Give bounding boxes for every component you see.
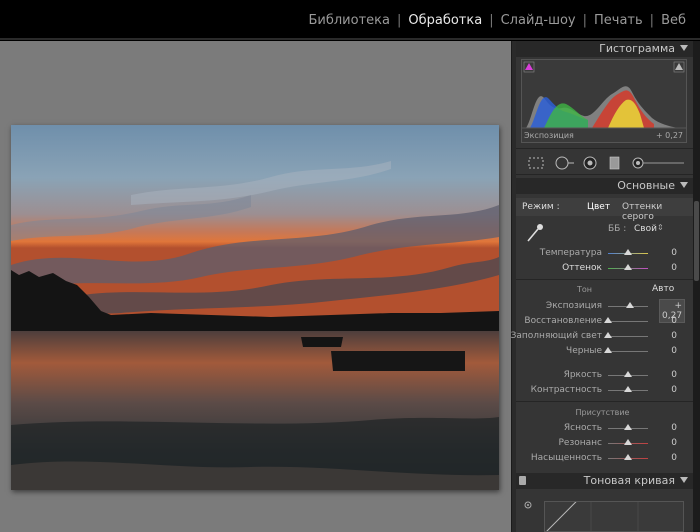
red-eye-icon[interactable] [582, 156, 598, 170]
image-canvas[interactable] [0, 41, 511, 532]
recovery-slider-knob[interactable] [604, 317, 612, 323]
blacks-value[interactable]: 0 [655, 346, 677, 356]
tint-label: Оттенок [562, 263, 602, 273]
adjustment-brush-icon[interactable] [630, 156, 686, 170]
auto-tone-button[interactable]: Авто [652, 284, 674, 294]
vibrance-value[interactable]: 0 [655, 438, 677, 448]
collapse-triangle-icon[interactable] [680, 45, 688, 51]
basic-panel-header[interactable]: Основные [516, 178, 693, 194]
tint-slider-knob[interactable] [624, 264, 632, 270]
histogram-readout-label: Экспозиция [524, 131, 574, 140]
brightness-label: Яркость [563, 370, 602, 380]
collapse-triangle-icon[interactable] [680, 477, 688, 483]
clarity-label: Ясность [563, 423, 602, 433]
tone-curve-line [546, 502, 639, 531]
right-panel: Гистограмма Экспозиция + 0,27 Основные Р… [511, 41, 693, 532]
basic-panel-title: Основные [617, 179, 675, 192]
recovery-label: Восстановление [524, 316, 602, 326]
panel-toggle-switch-icon[interactable] [519, 476, 526, 485]
blacks-label: Черные [566, 346, 602, 356]
treatment-color-button[interactable]: Цвет [587, 202, 610, 212]
saturation-label: Насыщенность [530, 453, 602, 463]
histogram-graph [522, 60, 686, 142]
brightness-value[interactable]: 0 [655, 370, 677, 380]
graduated-filter-icon[interactable] [608, 156, 622, 170]
saturation-value[interactable]: 0 [655, 453, 677, 463]
contrast-value[interactable]: 0 [655, 385, 677, 395]
histogram-title: Гистограмма [599, 42, 675, 55]
panel-scrollbar-thumb[interactable] [694, 201, 699, 281]
tone-curve-header[interactable]: Тоновая кривая [516, 473, 693, 489]
module-picker: Библиотека | Обработка | Слайд-шоу | Печ… [306, 13, 688, 28]
tone-group-title: Тон [576, 285, 592, 294]
presence-group-title: Присутствие [575, 408, 630, 417]
eyedropper-icon[interactable] [524, 221, 546, 245]
wb-preset-dropdown[interactable]: Свой [634, 224, 657, 234]
vibrance-slider-knob[interactable] [624, 439, 632, 445]
brightness-slider-knob[interactable] [624, 371, 632, 377]
fill-light-slider-knob[interactable] [604, 332, 612, 338]
tint-value[interactable]: 0 [655, 263, 677, 273]
temperature-slider-knob[interactable] [624, 249, 632, 255]
exposure-slider-knob[interactable] [626, 302, 634, 308]
module-web[interactable]: Веб [659, 13, 688, 28]
vibrance-label: Резонанс [558, 438, 603, 448]
dropdown-arrows-icon[interactable]: ⇕ [657, 223, 664, 232]
blacks-slider-knob[interactable] [604, 347, 612, 353]
recovery-value[interactable]: 0 [655, 316, 677, 326]
exposure-label: Экспозиция [545, 301, 602, 311]
panel-scrollbar[interactable] [693, 41, 700, 532]
treatment-label: Режим : [522, 202, 560, 212]
wb-label: ББ : [608, 224, 627, 234]
module-print[interactable]: Печать [592, 13, 645, 28]
temperature-label: Температура [539, 248, 602, 258]
fill-light-label: Заполняющий свет [510, 331, 602, 341]
crop-icon[interactable] [526, 156, 546, 170]
tone-curve-graph[interactable] [544, 501, 684, 532]
target-adjustment-icon[interactable] [522, 499, 534, 511]
fill-light-slider-track[interactable] [608, 336, 648, 337]
saturation-slider-knob[interactable] [624, 454, 632, 460]
fill-light-value[interactable]: 0 [655, 331, 677, 341]
tool-strip [516, 151, 693, 173]
clarity-value[interactable]: 0 [655, 423, 677, 433]
recovery-slider-track[interactable] [608, 321, 648, 322]
treatment-row: Режим : Цвет Оттенки серого [516, 198, 693, 222]
treatment-grayscale-button[interactable]: Оттенки серого [622, 202, 693, 222]
photo-preview[interactable] [11, 125, 499, 490]
blacks-slider-track[interactable] [608, 351, 648, 352]
module-bar: Библиотека | Обработка | Слайд-шоу | Печ… [0, 0, 700, 40]
contrast-slider-knob[interactable] [624, 386, 632, 392]
contrast-label: Контрастность [530, 385, 602, 395]
histogram-header[interactable]: Гистограмма [516, 41, 693, 57]
collapse-triangle-icon[interactable] [680, 182, 688, 188]
clarity-slider-knob[interactable] [624, 424, 632, 430]
temperature-value[interactable]: 0 [655, 248, 677, 258]
spot-removal-icon[interactable] [554, 156, 576, 170]
histogram-readout-value: + 0,27 [655, 131, 683, 140]
sunset-photo [11, 125, 499, 490]
module-slideshow[interactable]: Слайд-шоу [499, 13, 578, 28]
tone-curve-title: Тоновая кривая [583, 474, 675, 487]
module-library[interactable]: Библиотека [306, 13, 392, 28]
module-develop[interactable]: Обработка [406, 13, 484, 28]
